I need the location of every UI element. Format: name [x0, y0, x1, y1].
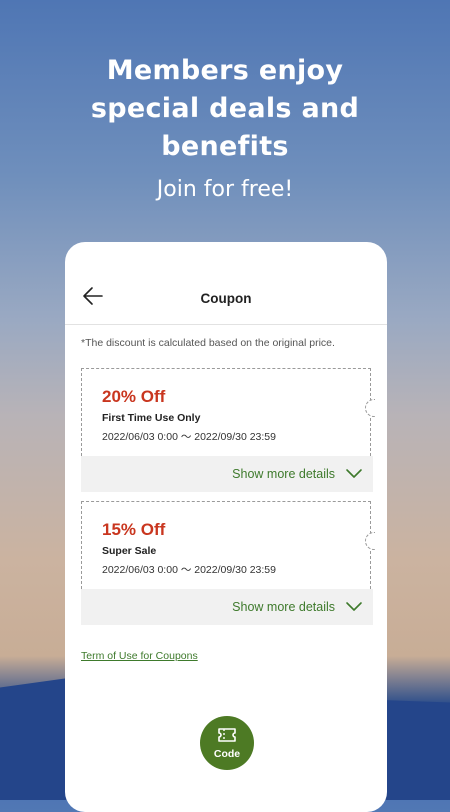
phone-screen: Coupon *The discount is calculated based…	[65, 242, 387, 812]
show-more-details-label: Show more details	[232, 600, 335, 614]
coupon-name: First Time Use Only	[102, 412, 201, 424]
ticket-notch	[365, 532, 375, 550]
show-more-details-button[interactable]: Show more details	[81, 456, 373, 492]
discount-note: *The discount is calculated based on the…	[81, 337, 335, 349]
coupon-ticket[interactable]: 15% Off Super Sale 2022/06/03 0:00 ～ 202…	[81, 501, 375, 589]
code-button-label: Code	[213, 748, 241, 760]
ticket-icon	[218, 728, 236, 742]
promo-headline: Members enjoy special deals and benefits	[0, 52, 450, 166]
coupon-discount: 20% Off	[102, 387, 166, 406]
show-more-details-label: Show more details	[232, 467, 335, 481]
chevron-down-icon	[346, 469, 362, 478]
coupon-name: Super Sale	[102, 545, 157, 557]
coupon-card: 15% Off Super Sale 2022/06/03 0:00 ～ 202…	[81, 501, 375, 625]
coupon-ticket[interactable]: 20% Off First Time Use Only 2022/06/03 0…	[81, 368, 375, 456]
coupon-period: 2022/06/03 0:00 ～ 2022/09/30 23:59	[102, 564, 276, 576]
coupon-card: 20% Off First Time Use Only 2022/06/03 0…	[81, 368, 375, 492]
chevron-down-icon	[346, 602, 362, 611]
coupon-period: 2022/06/03 0:00 ～ 2022/09/30 23:59	[102, 431, 276, 443]
ticket-notch	[365, 399, 375, 417]
headline-line-3: benefits	[161, 131, 289, 162]
show-more-details-button[interactable]: Show more details	[81, 589, 373, 625]
headline-line-1: Members enjoy	[106, 55, 344, 86]
app-bar: Coupon	[65, 278, 387, 325]
page-title: Coupon	[200, 291, 252, 306]
headline-line-2: special deals and	[90, 93, 360, 124]
coupon-discount: 15% Off	[102, 520, 166, 539]
terms-of-use-link[interactable]: Term of Use for Coupons	[81, 650, 198, 662]
code-button[interactable]: Code	[200, 716, 254, 770]
promo-subheadline: Join for free!	[156, 177, 294, 202]
